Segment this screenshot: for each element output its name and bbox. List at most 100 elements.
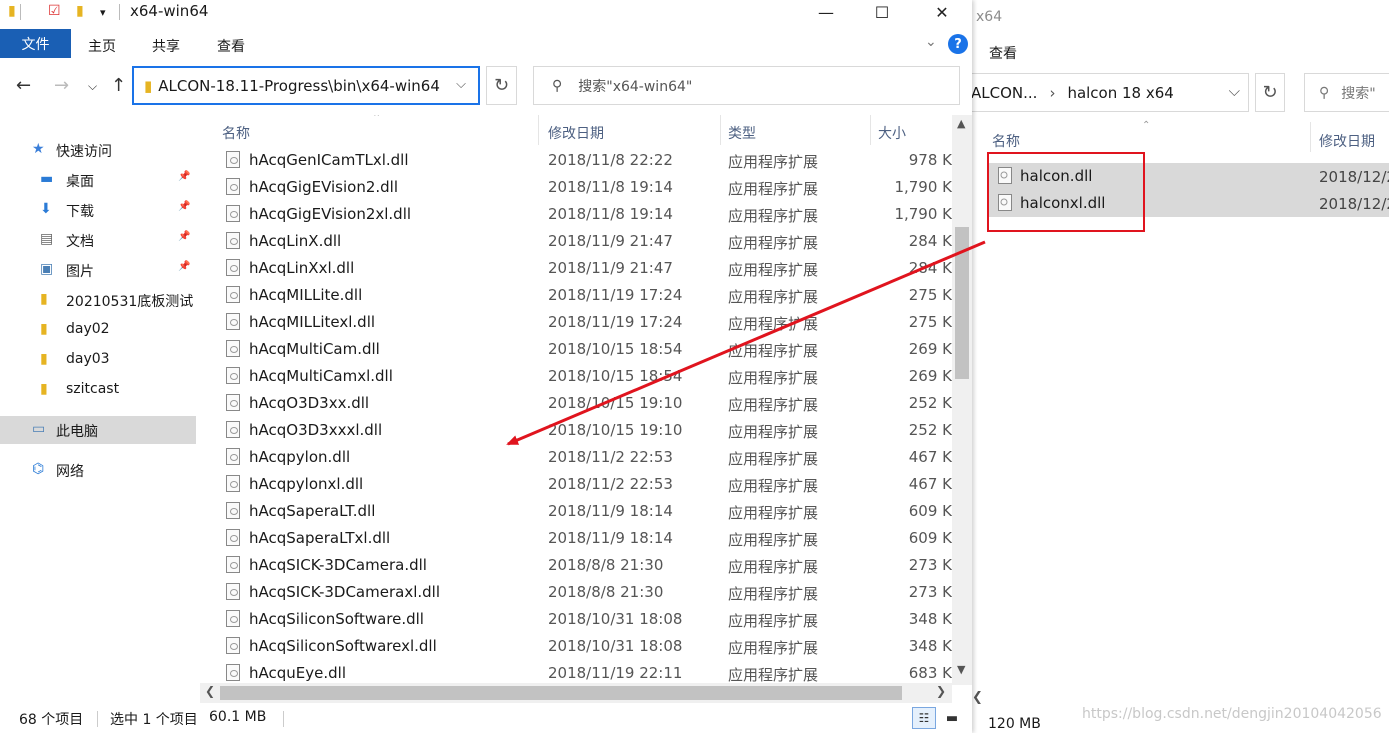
scroll-up-icon[interactable]: ▲ <box>957 117 965 130</box>
sidebar-item-label: szitcast <box>66 381 120 397</box>
maximize-button[interactable]: ☐ <box>852 0 912 24</box>
back-refresh-button[interactable]: ↻ <box>1255 73 1285 112</box>
file-row[interactable]: hAcqGigEVision2.dll 2018/11/8 19:14 应用程序扩展… <box>200 174 952 201</box>
search-input[interactable]: ⚲ 搜索"x64-win64" <box>533 66 960 105</box>
file-row[interactable]: hAcqSiliconSoftware.dll 2018/10/31 18:08 应… <box>200 606 952 633</box>
chevron-down-icon[interactable]: ⌵ <box>456 77 466 92</box>
scroll-left-icon[interactable]: ❮ <box>972 690 992 710</box>
back-tab-view[interactable]: 查看 <box>989 43 1017 63</box>
file-name: hAcqLinX.dll <box>249 232 342 250</box>
file-row[interactable]: hAcqMILLite.dll 2018/11/19 17:24 应用程序扩展 275… <box>200 282 952 309</box>
col-type[interactable]: 类型 <box>728 123 756 143</box>
sidebar-item[interactable]: ▭ 此电脑 <box>0 416 196 444</box>
tab-share[interactable]: 共享 <box>152 36 180 56</box>
recent-locations-button[interactable]: ⌵ <box>88 79 97 94</box>
file-row[interactable]: hAcqGigEVision2xl.dll 2018/11/8 19:14 应用程序… <box>200 201 952 228</box>
horizontal-scrollbar[interactable]: ❮ ❯ <box>200 683 952 703</box>
column-divider[interactable] <box>870 115 871 145</box>
tab-view[interactable]: 查看 <box>217 36 245 56</box>
file-type: 应用程序扩展 <box>728 558 819 576</box>
file-row[interactable]: hAcqLinXxl.dll 2018/11/9 21:47 应用程序扩展 284 K <box>200 255 952 282</box>
file-size: 1,790 K <box>894 178 952 196</box>
help-icon[interactable]: ? <box>948 34 968 54</box>
minimize-button[interactable]: — <box>796 0 856 24</box>
file-row[interactable]: hAcqGenICamTLxl.dll 2018/11/8 22:22 应用程序扩展… <box>200 147 952 174</box>
sidebar-item[interactable]: ▮ 20210531底板测试 <box>0 286 196 314</box>
back-search-input[interactable]: ⚲ 搜索" <box>1304 73 1389 112</box>
expand-ribbon-icon[interactable]: ⌄ <box>925 34 937 50</box>
pin-icon[interactable]: 📌 <box>178 201 190 212</box>
col-size[interactable]: 大小 <box>878 123 906 143</box>
dll-file-icon <box>226 475 240 492</box>
file-row[interactable]: hAcqSaperaLTxl.dll 2018/11/9 18:14 应用程序扩展 6… <box>200 525 952 552</box>
file-row[interactable]: hAcqO3D3xx.dll 2018/10/15 19:10 应用程序扩展 252 … <box>200 390 952 417</box>
file-row[interactable]: hAcqSICK-3DCamera.dll 2018/8/8 21:30 应用程序扩… <box>200 552 952 579</box>
file-date: 2018/8/8 21:30 <box>548 556 664 574</box>
scroll-left-icon[interactable]: ❮ <box>205 684 215 698</box>
tab-home[interactable]: 主页 <box>88 36 116 56</box>
desktop-icon: ▬ <box>40 171 54 187</box>
back-col-date[interactable]: 修改日期 <box>1319 131 1375 151</box>
properties-check-icon[interactable]: ☑ <box>48 3 61 19</box>
file-row[interactable]: hAcqSaperaLT.dll 2018/11/9 18:14 应用程序扩展 609… <box>200 498 952 525</box>
back-address-segment-parent[interactable]: ALCON... <box>971 84 1037 102</box>
title-bar[interactable]: ▮ ☑ ▮ ▾ x64-win64 — ☐ ✕ <box>0 0 972 26</box>
pin-icon[interactable]: 📌 <box>178 261 190 272</box>
file-type: 应用程序扩展 <box>728 342 819 360</box>
refresh-button[interactable]: ↻ <box>486 66 517 105</box>
file-row[interactable]: hAcqMultiCam.dll 2018/10/15 18:54 应用程序扩展 26… <box>200 336 952 363</box>
file-row[interactable]: hAcqpylonxl.dll 2018/11/2 22:53 应用程序扩展 467 … <box>200 471 952 498</box>
column-divider[interactable] <box>1310 122 1311 152</box>
back-address-segment-current[interactable]: halcon 18 x64 <box>1067 84 1173 102</box>
sidebar-item[interactable]: ▬ 桌面 📌 <box>0 166 196 194</box>
back-address-bar[interactable]: ALCON... › halcon 18 x64 ⌵ <box>968 73 1249 112</box>
column-divider[interactable] <box>538 115 539 145</box>
scrollbar-thumb[interactable] <box>955 227 969 379</box>
dll-file-icon <box>226 205 240 222</box>
large-icons-view-button[interactable]: ▬ <box>941 708 963 728</box>
file-row[interactable]: hAcqSiliconSoftwarexl.dll 2018/10/31 18:0… <box>200 633 952 660</box>
file-row[interactable]: hAcqMultiCamxl.dll 2018/10/15 18:54 应用程序扩展… <box>200 363 952 390</box>
folder-icon: ▮ <box>40 381 48 397</box>
col-name[interactable]: 名称 <box>222 123 250 143</box>
column-divider[interactable] <box>720 115 721 145</box>
file-name: hAcqLinXxl.dll <box>249 259 355 277</box>
back-col-name[interactable]: 名称 <box>992 131 1020 151</box>
sidebar-item[interactable]: ▮ szitcast <box>0 376 196 404</box>
back-explorer-window: x64 查看 ALCON... › halcon 18 x64 ⌵ ↻ ⚲ 搜索… <box>968 0 1389 733</box>
scrollbar-thumb[interactable] <box>220 686 902 700</box>
tab-file[interactable]: 文件 <box>0 29 71 58</box>
address-bar[interactable]: ▮ ALCON-18.11-Progress\bin\x64-win64 ⌵ <box>132 66 480 105</box>
file-name: hAcqGenICamTLxl.dll <box>249 151 409 169</box>
back-button[interactable]: ← <box>16 75 31 96</box>
pin-icon[interactable]: 📌 <box>178 171 190 182</box>
quick-access-dropdown-icon[interactable]: ▾ <box>100 6 106 19</box>
sidebar-item[interactable]: ★ 快速访问 <box>0 136 196 164</box>
file-row[interactable]: hAcqO3D3xxxl.dll 2018/10/15 19:10 应用程序扩展 25… <box>200 417 952 444</box>
up-button[interactable]: ↑ <box>111 75 126 96</box>
dll-file-icon <box>226 610 240 627</box>
file-row[interactable]: hAcqpylon.dll 2018/11/2 22:53 应用程序扩展 467 K <box>200 444 952 471</box>
folder-icon: ▮ <box>40 321 48 337</box>
address-path[interactable]: ALCON-18.11-Progress\bin\x64-win64 <box>158 77 440 95</box>
forward-button[interactable]: → <box>54 75 69 96</box>
sidebar-item[interactable]: ▣ 图片 📌 <box>0 256 196 284</box>
scroll-down-icon[interactable]: ▼ <box>957 663 965 676</box>
file-row[interactable]: hAcqLinX.dll 2018/11/9 21:47 应用程序扩展 284 K <box>200 228 952 255</box>
close-button[interactable]: ✕ <box>912 0 972 24</box>
sidebar-item[interactable]: ⌬ 网络 <box>0 456 196 484</box>
new-folder-icon[interactable]: ▮ <box>76 3 84 19</box>
sidebar-item[interactable]: ▤ 文档 📌 <box>0 226 196 254</box>
chevron-down-icon[interactable]: ⌵ <box>1229 82 1240 100</box>
sidebar-item[interactable]: ▮ day03 <box>0 346 196 374</box>
pin-icon[interactable]: 📌 <box>178 231 190 242</box>
dll-file-icon <box>226 556 240 573</box>
details-view-button[interactable]: ☷ <box>912 707 936 729</box>
sidebar-item[interactable]: ⬇ 下载 📌 <box>0 196 196 224</box>
col-date[interactable]: 修改日期 <box>548 123 604 143</box>
sidebar-item[interactable]: ▮ day02 <box>0 316 196 344</box>
scroll-right-icon[interactable]: ❯ <box>936 684 946 698</box>
vertical-scrollbar[interactable]: ▲ ▼ <box>952 115 972 685</box>
file-row[interactable]: hAcqMILLitexl.dll 2018/11/19 17:24 应用程序扩展 2… <box>200 309 952 336</box>
file-row[interactable]: hAcqSICK-3DCameraxl.dll 2018/8/8 21:30 应用程… <box>200 579 952 606</box>
